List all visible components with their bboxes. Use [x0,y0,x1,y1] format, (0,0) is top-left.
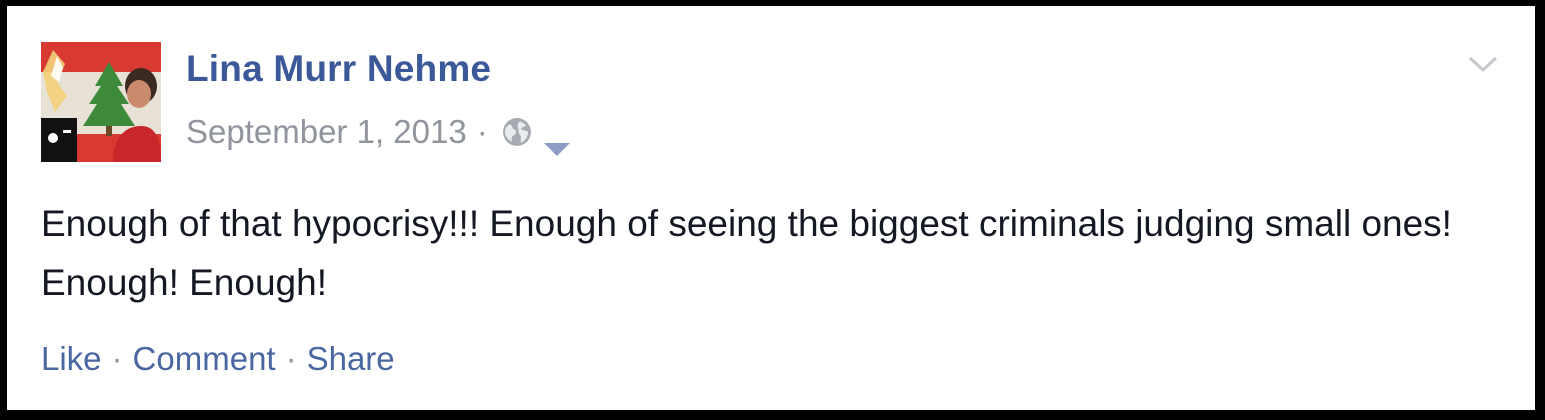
post-card: Lina Murr Nehme September 1, 2013 · Enou… [7,6,1535,410]
caret-down-icon[interactable] [543,127,570,156]
comment-link[interactable]: Comment [133,340,276,378]
chevron-down-icon[interactable] [1468,54,1498,74]
post-actions: Like · Comment · Share [41,340,395,378]
meta-separator: · [476,113,488,150]
post-meta: September 1, 2013 · [186,110,570,156]
action-separator: · [111,340,123,377]
post-timestamp[interactable]: September 1, 2013 [186,113,467,151]
avatar[interactable] [41,42,161,162]
globe-icon[interactable] [502,117,532,147]
like-link[interactable]: Like [41,340,102,378]
avatar-image [41,42,161,162]
author-name[interactable]: Lina Murr Nehme [186,48,491,90]
post-body: Enough of that hypocrisy!!! Enough of se… [41,203,1452,303]
action-separator: · [285,340,297,377]
share-link[interactable]: Share [307,340,395,378]
